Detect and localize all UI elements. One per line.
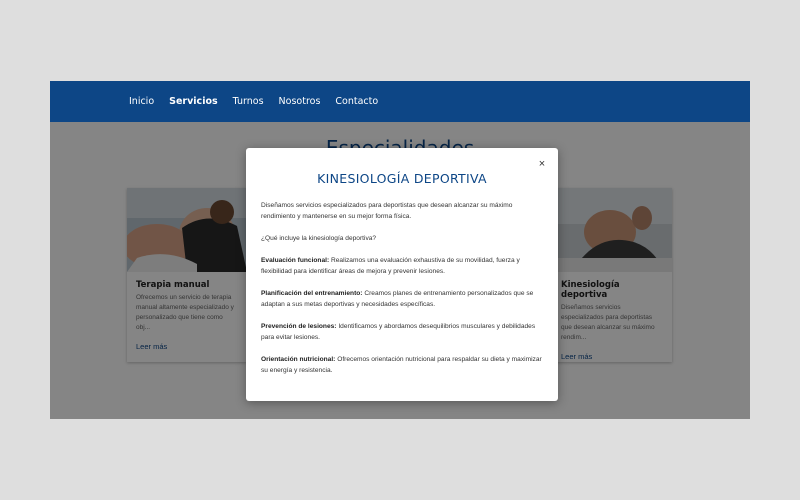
modal-item: Evaluación funcional: Realizamos una eva… <box>261 255 545 277</box>
modal-item-heading: Planificación del entrenamiento: <box>261 290 363 297</box>
nav-item-servicios[interactable]: Servicios <box>169 96 218 107</box>
modal-body: Diseñamos servicios especializados para … <box>261 200 545 387</box>
modal-item-heading: Evaluación funcional: <box>261 257 330 264</box>
service-modal: × KINESIOLOGÍA DEPORTIVA Diseñamos servi… <box>246 148 558 401</box>
modal-item: Planificación del entrenamiento: Creamos… <box>261 288 545 310</box>
modal-item: Orientación nutricional: Ofrecemos orien… <box>261 354 545 376</box>
nav-item-inicio[interactable]: Inicio <box>129 96 154 107</box>
modal-item-heading: Prevención de lesiones: <box>261 323 337 330</box>
modal-item-heading: Orientación nutricional: <box>261 356 336 363</box>
modal-intro: Diseñamos servicios especializados para … <box>261 202 513 220</box>
modal-title: KINESIOLOGÍA DEPORTIVA <box>317 171 487 186</box>
nav-item-contacto[interactable]: Contacto <box>335 96 378 107</box>
modal-question: ¿Qué incluye la kinesiología deportiva? <box>261 235 377 242</box>
nav-item-nosotros[interactable]: Nosotros <box>279 96 321 107</box>
modal-item: Prevención de lesiones: Identificamos y … <box>261 321 545 343</box>
nav-item-turnos[interactable]: Turnos <box>233 96 264 107</box>
close-icon[interactable]: × <box>536 158 548 170</box>
top-navbar: Inicio Servicios Turnos Nosotros Contact… <box>50 81 750 122</box>
